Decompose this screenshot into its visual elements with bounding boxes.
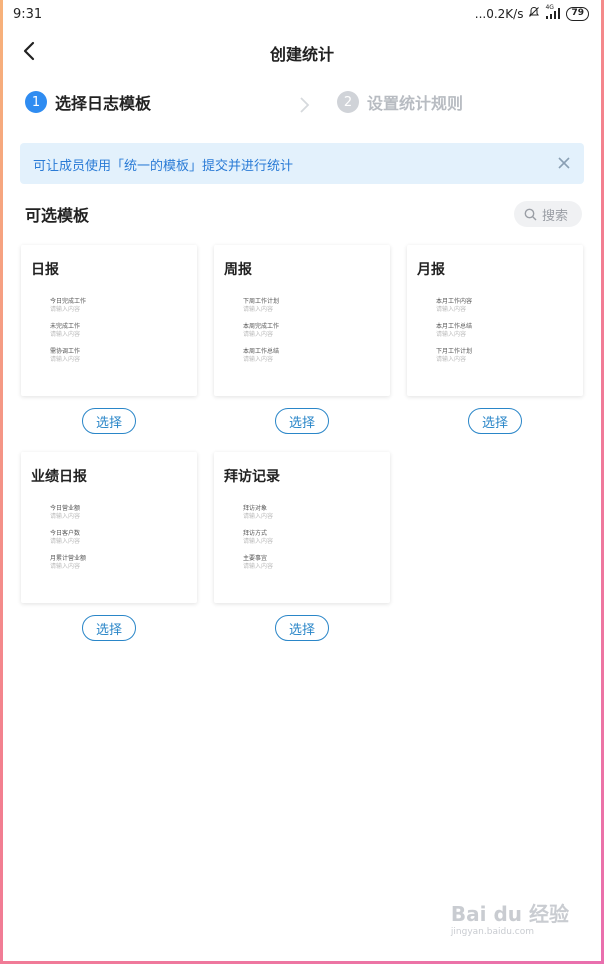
field-label: 主要事宜 xyxy=(243,555,268,562)
screen: 9:31 ...0.2K/s 4G 79 创建统计 1 选择日志模板 2 设置统… xyxy=(3,0,601,961)
field-label: 未完成工作 xyxy=(50,323,81,330)
template-field: 本周工作总结 请输入内容 xyxy=(243,348,279,364)
step-indicator: 1 选择日志模板 2 设置统计规则 xyxy=(25,90,579,120)
step-number: 1 xyxy=(25,91,47,113)
battery-icon: 79 xyxy=(566,6,589,21)
template-field: 今日完成工作 请输入内容 xyxy=(50,298,86,314)
field-placeholder: 请输入内容 xyxy=(436,356,467,363)
template-title: 业绩日报 xyxy=(31,469,87,485)
field-label: 本周工作总结 xyxy=(243,348,280,355)
template-card-monthly[interactable]: 月报 本月工作内容 请输入内容 本月工作总结 请输入内容 下月工作计划 请输入内容 xyxy=(407,245,583,396)
template-field: 拜访对象 请输入内容 xyxy=(243,505,273,521)
signal-icon: 4G xyxy=(545,4,561,19)
field-label: 拜访方式 xyxy=(243,530,268,537)
field-placeholder: 请输入内容 xyxy=(243,331,274,338)
field-placeholder: 请输入内容 xyxy=(243,306,274,313)
template-card-daily[interactable]: 日报 今日完成工作 请输入内容 未完成工作 请输入内容 需协调工作 请输入内容 xyxy=(21,245,197,396)
template-card-performance[interactable]: 业绩日报 今日营业额 请输入内容 今日客户数 请输入内容 月累计营业额 请输入内容 xyxy=(21,452,197,603)
field-placeholder: 请输入内容 xyxy=(243,563,274,570)
field-placeholder: 请输入内容 xyxy=(50,306,81,313)
watermark-subtext: jingyan.baidu.com xyxy=(450,927,534,937)
section-title: 可选模板 xyxy=(25,206,90,225)
field-placeholder: 请输入内容 xyxy=(50,563,81,570)
template-title: 周报 xyxy=(224,262,252,278)
field-placeholder: 请输入内容 xyxy=(243,513,274,520)
field-label: 拜访对象 xyxy=(243,505,268,512)
choose-button-visit[interactable]: 选择 xyxy=(275,615,329,641)
field-label: 月累计营业额 xyxy=(50,555,87,562)
network-speed: ...0.2K/s xyxy=(474,6,524,21)
field-label: 今日营业额 xyxy=(50,505,81,512)
step-label: 选择日志模板 xyxy=(55,94,152,113)
notice-banner: 可让成员使用「统一的模板」提交并进行统计 xyxy=(20,143,584,184)
choose-button-monthly[interactable]: 选择 xyxy=(468,408,522,434)
signal-label: 4G xyxy=(545,4,554,11)
field-label: 下周工作计划 xyxy=(243,298,280,305)
template-field: 本月工作总结 请输入内容 xyxy=(436,323,472,339)
field-placeholder: 请输入内容 xyxy=(436,331,467,338)
template-field: 下周工作计划 请输入内容 xyxy=(243,298,279,314)
page-title: 创建统计 xyxy=(269,45,334,64)
close-icon[interactable] xyxy=(556,155,572,171)
template-field: 需协调工作 请输入内容 xyxy=(50,348,80,364)
field-label: 今日客户数 xyxy=(50,530,81,537)
field-placeholder: 请输入内容 xyxy=(243,356,274,363)
template-field: 下月工作计划 请输入内容 xyxy=(436,348,472,364)
step-number: 2 xyxy=(337,91,359,113)
search-input[interactable]: 搜索 xyxy=(514,201,582,227)
field-placeholder: 请输入内容 xyxy=(50,356,81,363)
template-field: 今日客户数 请输入内容 xyxy=(50,530,80,546)
field-label: 今日完成工作 xyxy=(50,298,87,305)
baidu-watermark: Bai du 经验 jingyan.baidu.com xyxy=(451,898,569,937)
status-time: 9:31 xyxy=(13,7,43,22)
chevron-right-icon xyxy=(300,97,310,113)
field-placeholder: 请输入内容 xyxy=(50,513,81,520)
template-field: 月累计营业额 请输入内容 xyxy=(50,555,86,571)
step-set-rules: 2 设置统计规则 xyxy=(337,90,463,114)
field-label: 需协调工作 xyxy=(50,348,81,355)
template-field: 拜访方式 请输入内容 xyxy=(243,530,273,546)
template-title: 月报 xyxy=(417,262,445,278)
choose-button-performance[interactable]: 选择 xyxy=(82,615,136,641)
watermark-text: Bai du 经验 xyxy=(450,902,569,926)
choose-button-weekly[interactable]: 选择 xyxy=(275,408,329,434)
step-select-template: 1 选择日志模板 xyxy=(25,90,151,114)
template-field: 本月工作内容 请输入内容 xyxy=(436,298,472,314)
search-icon xyxy=(524,208,537,220)
template-field: 本周完成工作 请输入内容 xyxy=(243,323,279,339)
status-right: ...0.2K/s 4G 79 xyxy=(474,4,589,21)
title-bar: 创建统计 xyxy=(3,30,601,74)
template-field: 今日营业额 请输入内容 xyxy=(50,505,80,521)
field-placeholder: 请输入内容 xyxy=(50,538,81,545)
field-placeholder: 请输入内容 xyxy=(50,331,81,338)
template-title: 拜访记录 xyxy=(224,469,280,485)
template-card-visit[interactable]: 拜访记录 拜访对象 请输入内容 拜访方式 请输入内容 主要事宜 请输入内容 xyxy=(214,452,390,603)
template-field: 未完成工作 请输入内容 xyxy=(50,323,80,339)
choose-button-daily[interactable]: 选择 xyxy=(82,408,136,434)
notice-text: 可让成员使用「统一的模板」提交并进行统计 xyxy=(33,159,294,174)
field-label: 本周完成工作 xyxy=(243,323,280,330)
field-label: 下月工作计划 xyxy=(436,348,473,355)
field-label: 本月工作总结 xyxy=(436,323,473,330)
mute-icon xyxy=(528,6,540,21)
search-placeholder: 搜索 xyxy=(542,208,569,224)
template-title: 日报 xyxy=(31,262,59,278)
field-placeholder: 请输入内容 xyxy=(436,306,467,313)
step-label: 设置统计规则 xyxy=(367,94,464,113)
template-field: 主要事宜 请输入内容 xyxy=(243,555,273,571)
field-placeholder: 请输入内容 xyxy=(243,538,274,545)
field-label: 本月工作内容 xyxy=(436,298,473,305)
template-card-weekly[interactable]: 周报 下周工作计划 请输入内容 本周完成工作 请输入内容 本周工作总结 请输入内容 xyxy=(214,245,390,396)
status-bar: 9:31 ...0.2K/s 4G 79 xyxy=(3,0,601,30)
